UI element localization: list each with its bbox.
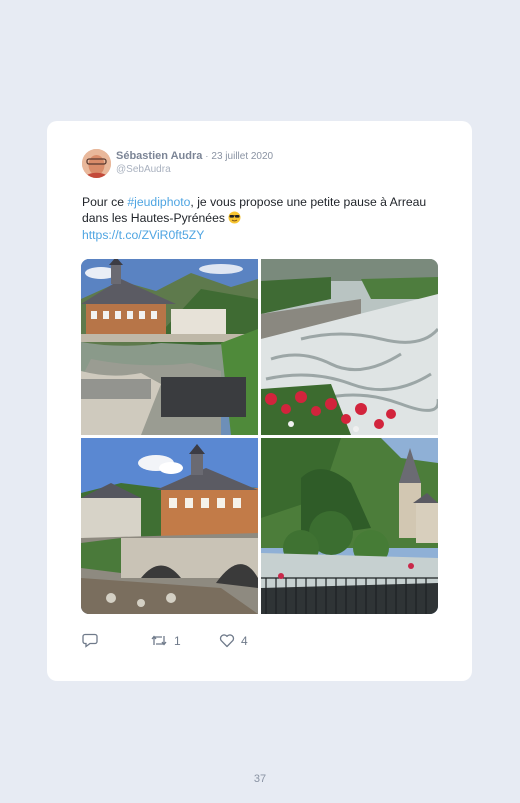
author-handle[interactable]: @SebAudra <box>116 164 171 175</box>
tweet-card: Sébastien Audra · 23 juillet 2020 @SebAudr… <box>47 121 472 681</box>
photo-river-rapids[interactable] <box>261 259 438 435</box>
photo-town-hall[interactable] <box>81 259 258 435</box>
retweet-icon <box>150 633 168 648</box>
like-button[interactable]: 4 <box>219 633 248 648</box>
text-before: Pour ce <box>82 195 128 209</box>
photo-stone-bridge[interactable] <box>81 438 258 614</box>
tweet-text: Pour ce #jeudiphoto, je vous propose une… <box>82 195 432 244</box>
hashtag-link[interactable]: #jeudiphoto <box>127 195 190 209</box>
photo-church-hills[interactable] <box>261 438 438 614</box>
separator: · <box>205 151 209 161</box>
tweet-date[interactable]: 23 juillet 2020 <box>211 151 273 162</box>
author-name[interactable]: Sébastien Audra <box>116 150 202 162</box>
like-count: 4 <box>241 633 248 648</box>
page-number: 37 <box>253 773 267 785</box>
retweet-button[interactable]: 1 <box>150 633 181 648</box>
heart-icon <box>219 633 235 648</box>
reply-icon <box>82 633 98 648</box>
reply-button[interactable] <box>82 633 104 648</box>
retweet-count: 1 <box>174 633 181 648</box>
author-line: Sébastien Audra · 23 juillet 2020 <box>116 150 273 162</box>
sunglasses-emoji-icon <box>228 211 241 229</box>
tweet-link[interactable]: https://t.co/ZViR0ft5ZY <box>82 228 204 242</box>
tweet-actions: 1 4 <box>47 633 472 655</box>
avatar[interactable] <box>82 149 111 178</box>
